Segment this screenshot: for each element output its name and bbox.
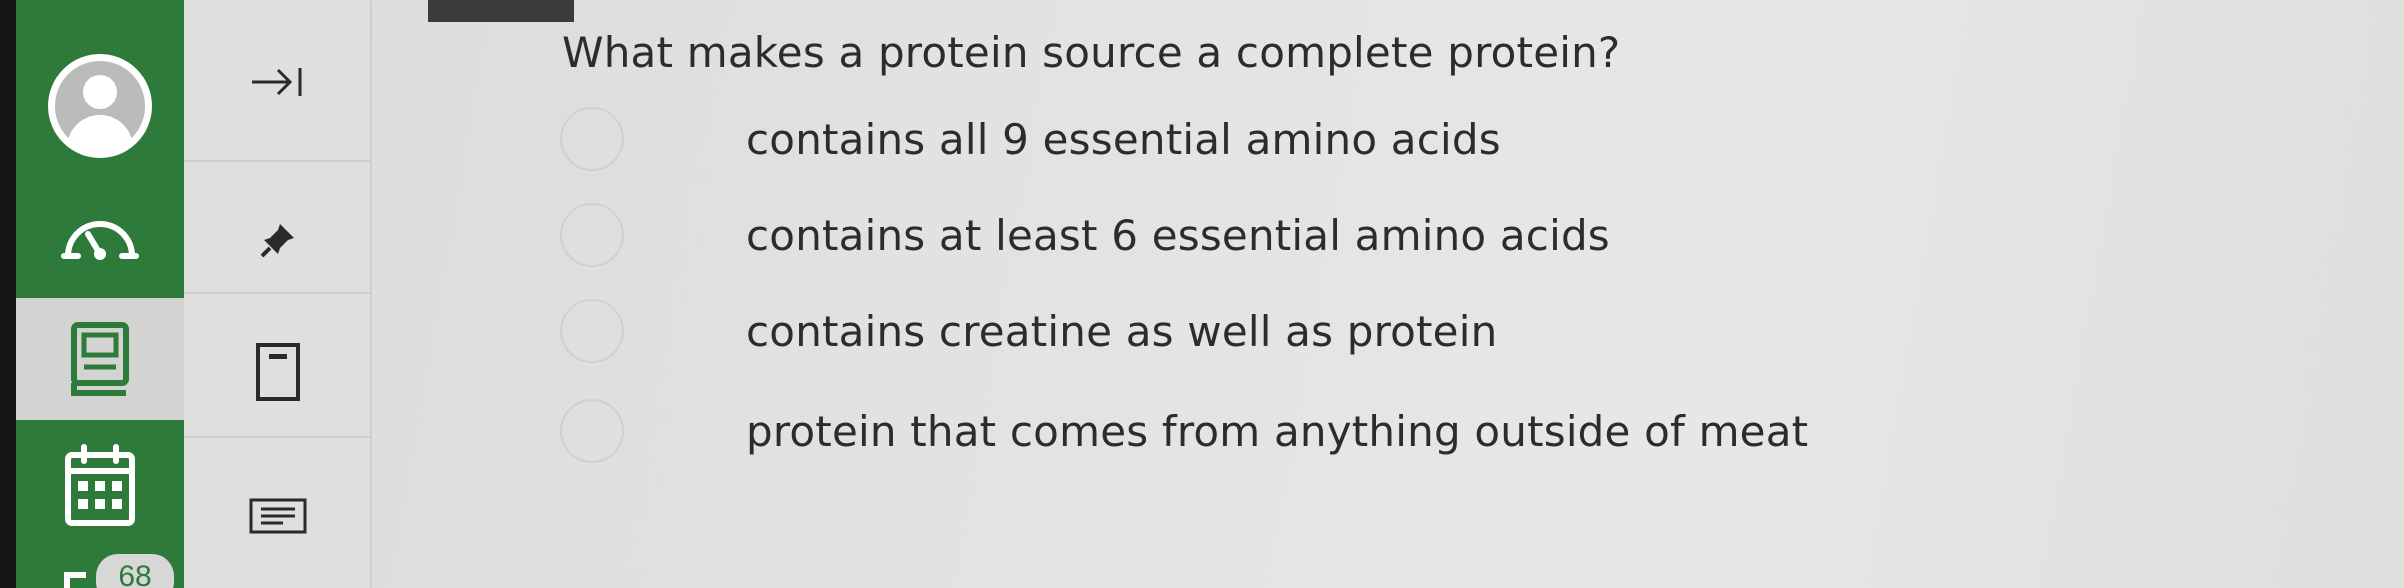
expand-right-icon [252,68,302,96]
answer-option-4[interactable]: protein that comes from anything outside… [560,396,1860,466]
answer-label: contains all 9 essential amino acids [746,114,1501,164]
nav-item-dashboard[interactable] [16,206,184,266]
pin-icon [260,224,294,258]
expand-panel-button[interactable] [184,58,372,106]
notes-button[interactable] [184,496,372,536]
question-text: What makes a protein source a complete p… [562,28,1621,77]
page-icon [256,343,300,401]
panel-divider [184,160,372,162]
notebook-icon [71,322,129,396]
answer-option-3[interactable]: contains creatine as well as protein [560,296,1860,366]
panel-divider [184,436,372,438]
pin-button[interactable] [184,218,372,262]
screen-edge [0,0,16,588]
answer-label: protein that comes from anything outside… [746,406,1809,456]
radio-button[interactable] [560,203,624,267]
radio-button[interactable] [560,107,624,171]
notes-icon [249,498,307,534]
calendar-icon [65,444,135,526]
answer-option-2[interactable]: contains at least 6 essential amino acid… [560,200,1860,270]
radio-button[interactable] [560,399,624,463]
answer-label: contains at least 6 essential amino acid… [746,210,1610,260]
page-view-button[interactable] [184,342,372,402]
answer-option-1[interactable]: contains all 9 essential amino acids [560,104,1860,174]
speedometer-icon [61,221,139,260]
nav-item-profile[interactable] [16,54,184,158]
inbox-bracket-icon [64,572,86,588]
answer-label: contains creatine as well as protein [746,306,1498,356]
notification-count-badge[interactable]: 68 [96,554,174,588]
panel-divider [184,292,372,294]
nav-item-notebook[interactable] [16,316,184,402]
avatar-icon [48,54,152,158]
radio-button[interactable] [560,299,624,363]
top-tab-indicator [428,0,574,22]
nav-item-calendar[interactable] [16,440,184,530]
